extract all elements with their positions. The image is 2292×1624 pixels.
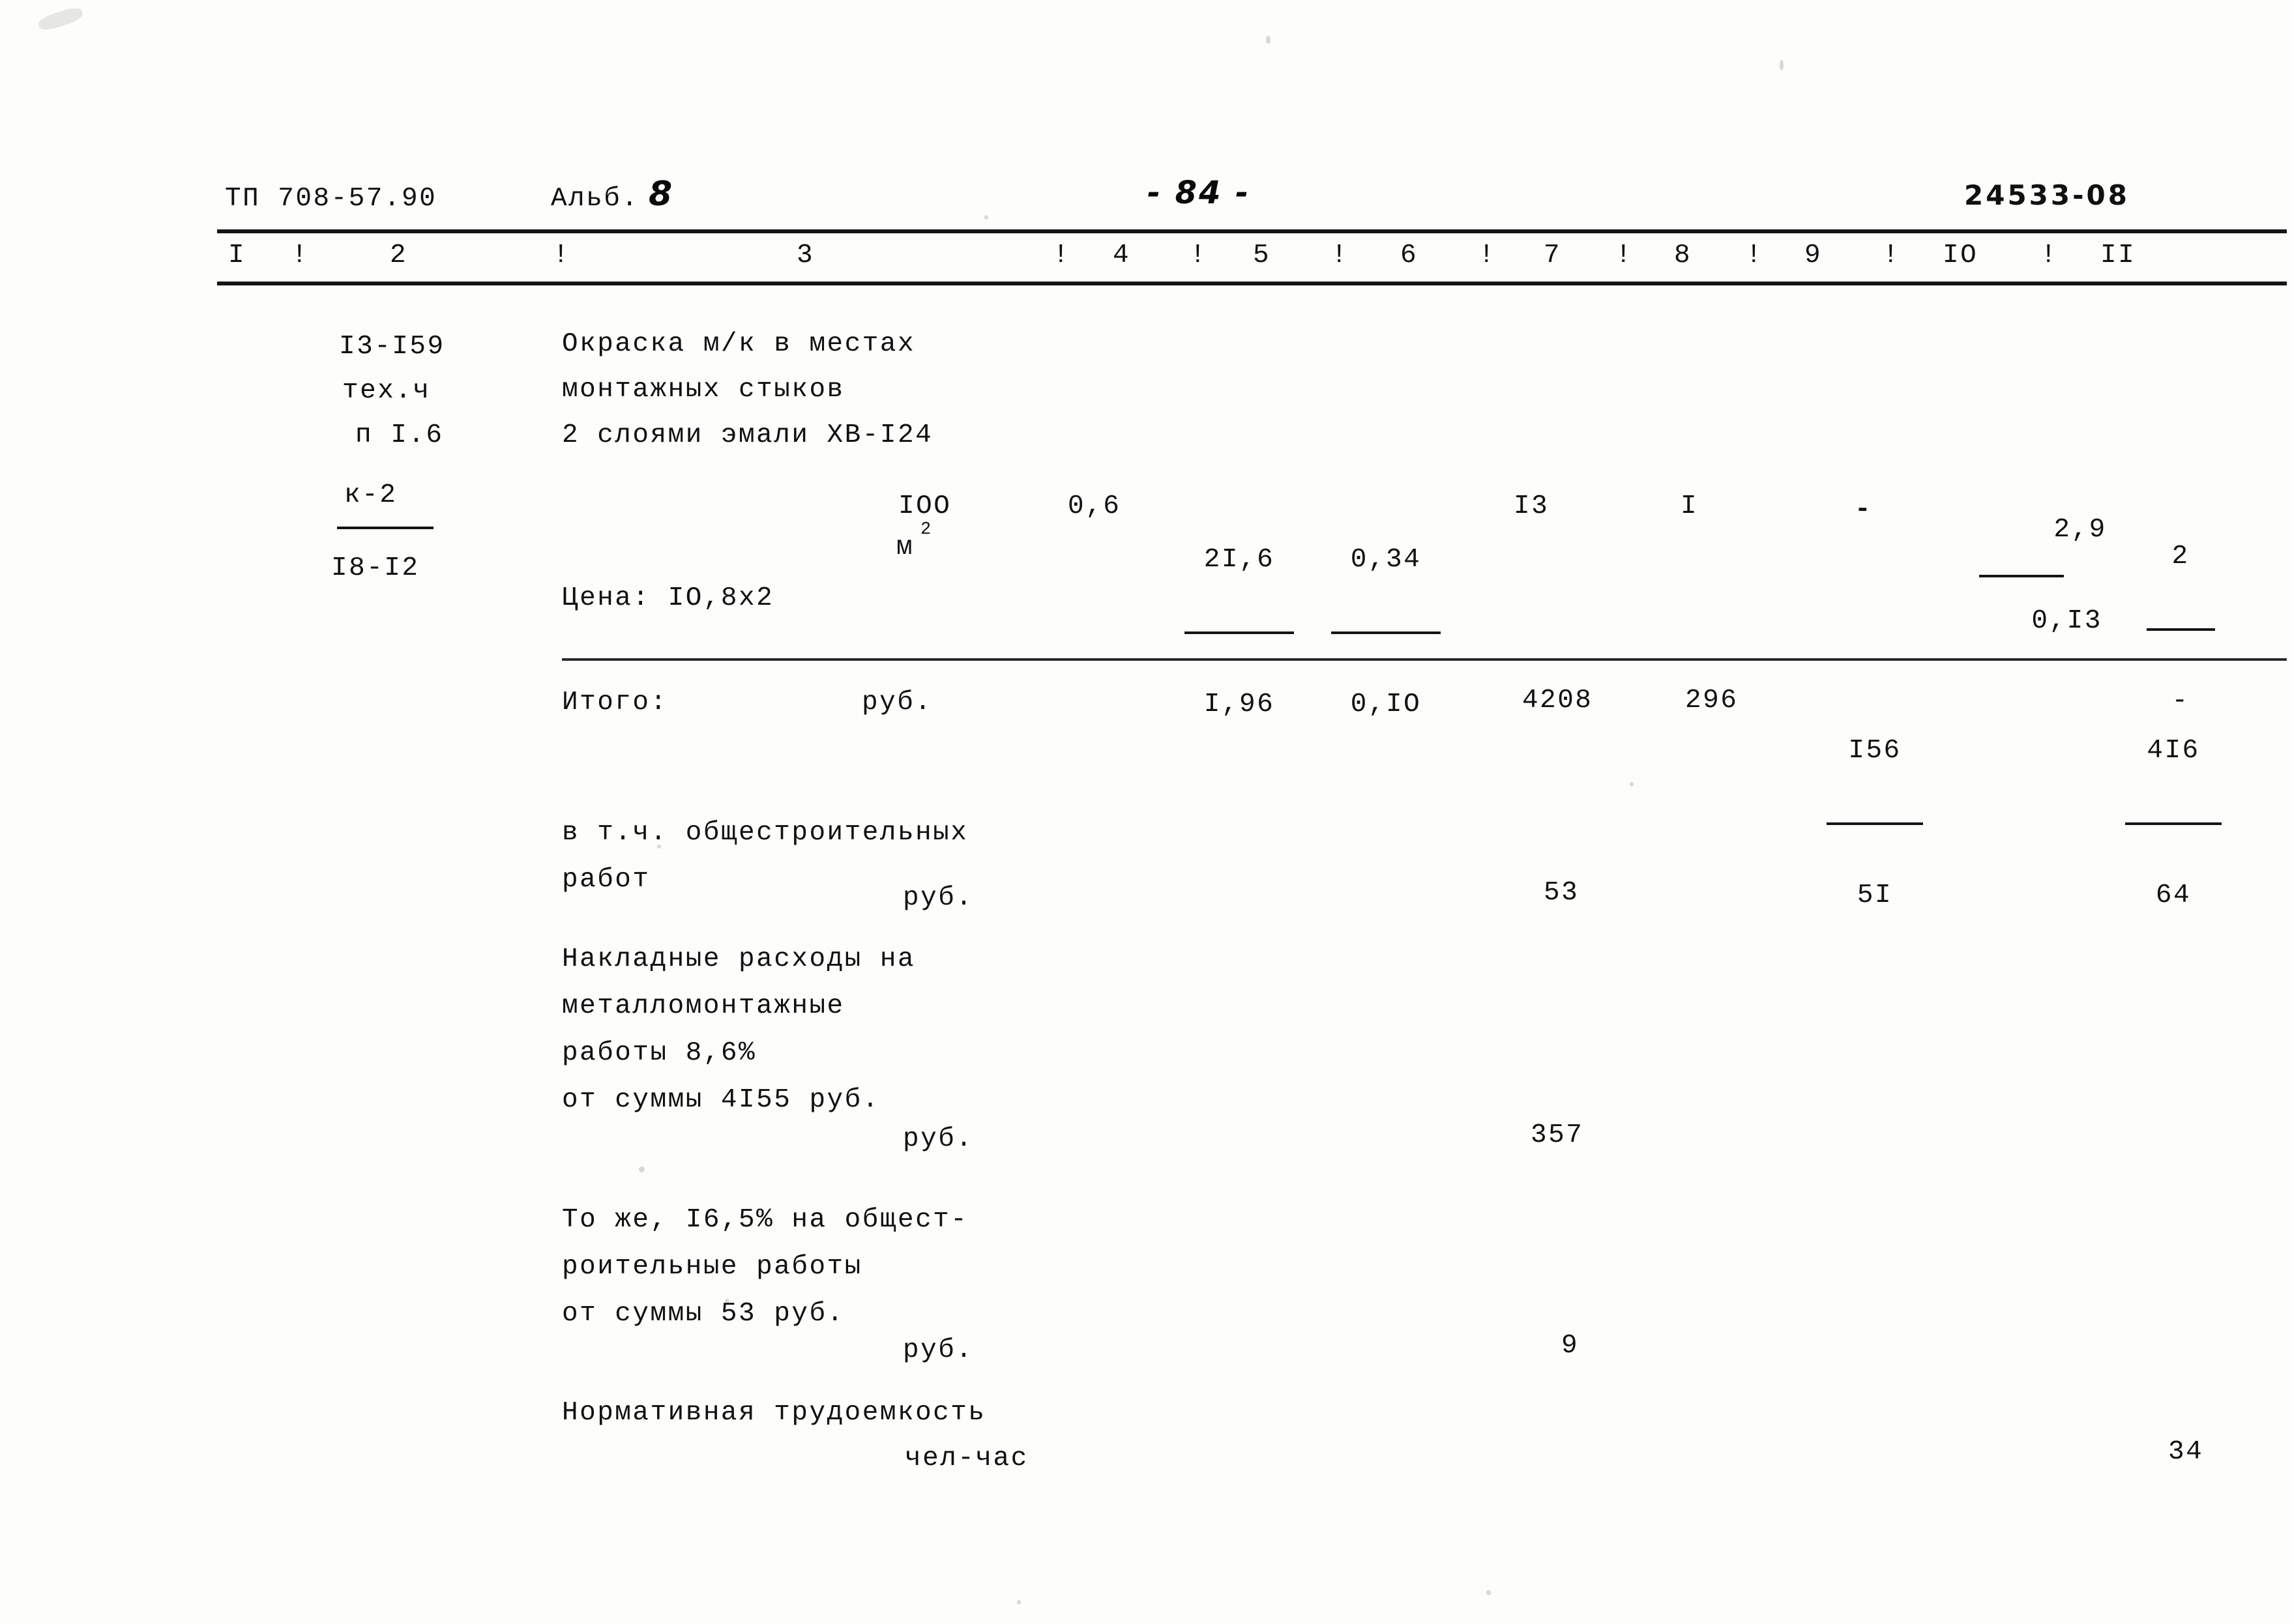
fraction-bar <box>1827 822 1923 825</box>
item-col8-value: I3 <box>1514 491 1550 521</box>
document-code: ТП 708-57.90 <box>225 184 437 214</box>
item-col6-fraction: 2I,6 I,96 <box>1183 493 1295 772</box>
section-normative-labor-unit: чел-час <box>905 1443 1029 1473</box>
section-overheads-general-value: 9 <box>1561 1331 1579 1361</box>
totals-separator-rule <box>562 658 2287 661</box>
column-number-8: 8 <box>1674 240 1692 270</box>
item-col5-value: 0,6 <box>1068 491 1121 521</box>
totals-fraction-b: 4I6 64 <box>2124 684 2223 963</box>
item-col7-fraction: 0,34 0,IO <box>1330 493 1442 772</box>
column-separator: ! <box>1053 240 1071 270</box>
column-number-6: 6 <box>1400 240 1418 270</box>
section-overheads-metal-value: 357 <box>1531 1120 1584 1150</box>
section-overheads-metal-unit: руб. <box>903 1124 974 1154</box>
item-description-line-3: 2 слоями эмали ХВ-I24 <box>562 420 933 450</box>
column-separator: ! <box>1190 240 1208 270</box>
section-overheads-general-line-3: от суммы 53 руб. <box>562 1299 845 1329</box>
item-price-note: Цена: IO,8х2 <box>562 583 774 613</box>
item-unit-exponent: 2 <box>920 520 933 540</box>
scan-speck <box>639 1167 645 1172</box>
header-rule <box>217 229 2287 233</box>
totals-unit: руб. <box>862 688 933 718</box>
section-overheads-metal-line-1: Накладные расходы на <box>562 944 916 974</box>
column-separator: ! <box>291 240 310 270</box>
column-number-4: 4 <box>1113 240 1131 270</box>
section-overheads-metal-line-3: работы 8,6% <box>562 1038 757 1068</box>
column-separator: ! <box>1883 240 1901 270</box>
page-number: - 84 - <box>1147 175 1251 211</box>
fraction-bar <box>1184 631 1294 634</box>
item-description-line-2: монтажных стыков <box>562 375 845 405</box>
totals-fraction-a: I56 5I <box>1825 684 1924 963</box>
scanned-document-page: ТП 708-57.90 Альб. 8 - 84 - 24533-08 I !… <box>0 0 2292 1624</box>
item-col9-value: I <box>1681 491 1699 521</box>
fraction-bar <box>2125 822 2222 825</box>
column-number-1: I <box>228 240 246 270</box>
item-ref-fraction-denominator: I8-I2 <box>331 553 420 583</box>
scan-smudge <box>37 5 85 33</box>
scan-speck <box>1630 782 1634 787</box>
totals-value-a: 4208 <box>1522 686 1593 716</box>
section-overheads-general-unit: руб. <box>903 1335 974 1365</box>
column-separator: ! <box>1615 240 1634 270</box>
scan-speck <box>1780 60 1784 70</box>
item-ref-fraction-bar <box>337 527 433 529</box>
fraction-denominator: 5I <box>1857 880 1893 910</box>
section-overheads-general-line-2: роительные работы <box>562 1252 862 1282</box>
section-general-construction-value: 53 <box>1544 878 1579 908</box>
column-ruler-rule <box>217 282 2287 285</box>
fraction-numerator: I56 <box>1848 736 1902 766</box>
column-number-5: 5 <box>1253 240 1271 270</box>
column-number-9: 9 <box>1804 240 1823 270</box>
item-ref-fraction-numerator: к-2 <box>344 480 398 510</box>
item-ref-line-2: тех.ч <box>342 376 431 406</box>
fraction-bar <box>1979 575 2064 577</box>
column-separator: ! <box>1478 240 1497 270</box>
column-number-3: 3 <box>797 240 815 270</box>
section-general-construction-line-2: работ <box>562 865 651 895</box>
column-number-11: II <box>2100 240 2136 270</box>
drawing-stamp-number: 24533-08 <box>1964 179 2130 211</box>
item-unit: м <box>896 532 915 562</box>
fraction-bar <box>2146 628 2215 631</box>
album-number: 8 <box>649 175 673 214</box>
column-number-7: 7 <box>1544 240 1562 270</box>
item-ref-line-1: I3-I59 <box>339 332 445 362</box>
section-general-construction-unit: руб. <box>903 883 974 913</box>
fraction-numerator: 2 <box>2171 542 2190 572</box>
column-number-10: IO <box>1943 240 1978 270</box>
column-separator: ! <box>1746 240 1764 270</box>
section-normative-labor-line-1: Нормативная трудоемкость <box>562 1398 986 1428</box>
column-separator: ! <box>1331 240 1349 270</box>
item-col10-value: - <box>1855 495 1873 525</box>
section-normative-labor-value: 34 <box>2168 1437 2204 1467</box>
section-overheads-metal-line-4: от суммы 4I55 руб. <box>562 1085 880 1115</box>
section-overheads-metal-line-2: металломонтажные <box>562 991 845 1021</box>
item-quantity: IOO <box>898 491 952 521</box>
item-description-line-1: Окраска м/к в местах <box>562 329 916 359</box>
fraction-numerator: 2I,6 <box>1203 545 1275 575</box>
fraction-bar <box>1331 631 1441 634</box>
fraction-denominator: 0,I3 <box>2031 606 2102 636</box>
column-number-2: 2 <box>390 240 408 270</box>
column-separator: ! <box>553 240 571 270</box>
column-separator: ! <box>2040 240 2059 270</box>
scan-speck <box>1017 1600 1021 1604</box>
item-col11-fraction: 2,9 0,I3 <box>1961 490 2105 661</box>
album-label: Альб. <box>551 184 639 214</box>
totals-value-b: 296 <box>1685 686 1739 716</box>
scan-speck <box>1486 1590 1491 1595</box>
totals-label: Итого: <box>562 688 668 718</box>
section-general-construction-line-1: в т.ч. общестроительных <box>562 818 969 848</box>
scan-speck <box>984 215 988 220</box>
fraction-denominator: 64 <box>2155 880 2192 910</box>
section-overheads-general-line-1: То же, I6,5% на общест- <box>562 1205 969 1235</box>
fraction-denominator: 0,IO <box>1350 689 1422 719</box>
fraction-denominator: I,96 <box>1203 689 1275 719</box>
item-ref-line-3: п I.6 <box>355 420 444 450</box>
fraction-numerator: 2,9 <box>2053 515 2107 545</box>
fraction-numerator: 0,34 <box>1350 545 1422 575</box>
fraction-numerator: 4I6 <box>2147 736 2200 766</box>
scan-speck <box>1266 36 1271 44</box>
